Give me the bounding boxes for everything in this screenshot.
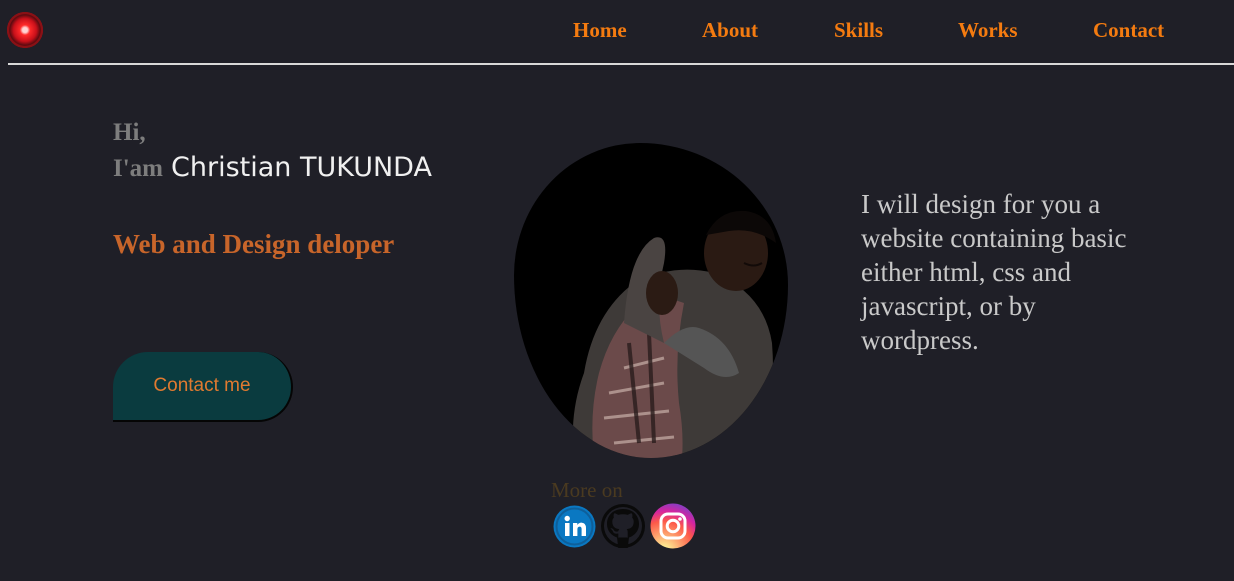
person-silhouette-icon (572, 210, 776, 458)
nav-contact[interactable]: Contact (1093, 18, 1164, 43)
github-icon[interactable] (600, 503, 646, 549)
profile-photo (514, 143, 788, 458)
nav-skills[interactable]: Skills (834, 18, 883, 43)
iam-label: I'am (113, 155, 163, 182)
nav-works[interactable]: Works (958, 18, 1018, 43)
instagram-icon[interactable] (650, 503, 696, 549)
service-description: I will design for you a website containi… (861, 189, 1127, 355)
header-divider (8, 63, 1234, 65)
nav-about[interactable]: About (702, 18, 758, 43)
main-nav: Home About Skills Works Contact (0, 18, 1234, 46)
name-line: I'am Christian TUKUNDA (113, 152, 432, 183)
person-name: Christian TUKUNDA (171, 152, 432, 183)
more-on-label: More on (551, 478, 623, 502)
role-title: Web and Design deloper (113, 229, 395, 259)
nav-home[interactable]: Home (573, 18, 627, 43)
page: Home About Skills Works Contact Hi, I'am… (0, 0, 1234, 581)
linkedin-icon[interactable] (553, 505, 596, 548)
contact-me-button[interactable]: Contact me (113, 352, 293, 422)
greeting: Hi, (113, 119, 146, 146)
